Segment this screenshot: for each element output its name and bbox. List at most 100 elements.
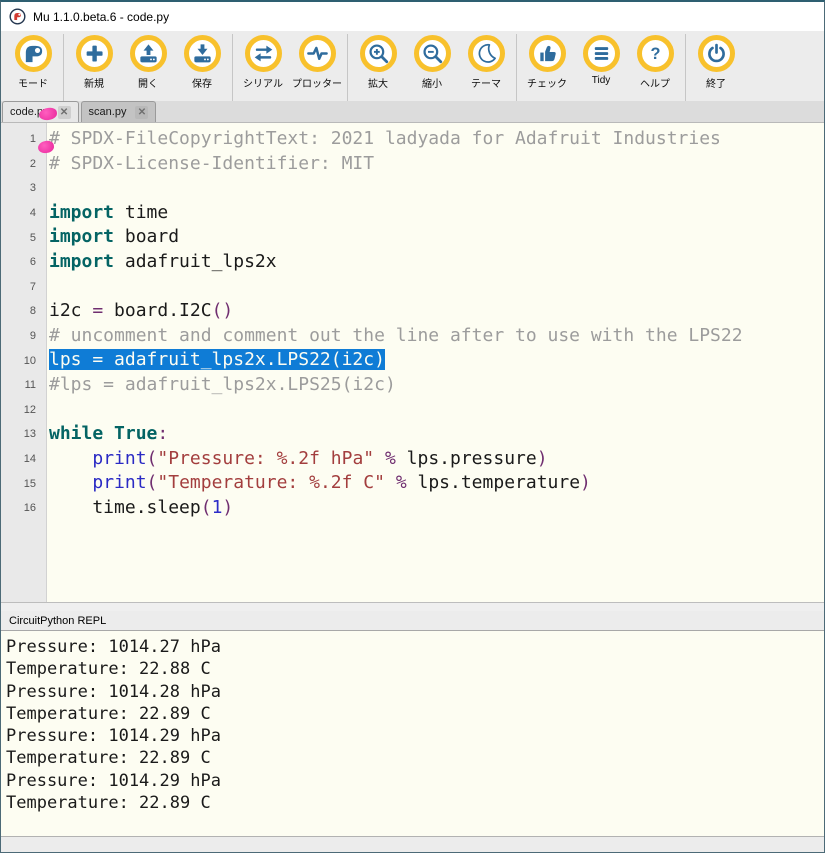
repl-line: Temperature: 22.89 C [6, 747, 824, 769]
toolbar-button-zoom-out[interactable]: 縮小 [405, 34, 459, 90]
toolbar-button-label: 開く [138, 75, 158, 90]
line-number: 9 [1, 330, 46, 342]
close-icon[interactable]: ✕ [135, 106, 148, 119]
toolbar-button-quit[interactable]: 終了 [689, 34, 743, 90]
line-number: 16 [1, 502, 46, 514]
toolbar-group: 終了 [686, 34, 746, 101]
line-number: 6 [1, 256, 46, 268]
repl-line: Pressure: 1014.29 hPa [6, 770, 824, 792]
toolbar-button-new[interactable]: 新規 [67, 34, 121, 90]
code-line: 7 [1, 275, 824, 300]
code-text: lps = adafruit_lps2x.LPS22(i2c) [46, 348, 385, 373]
crescent-moon-icon [468, 35, 505, 72]
plus-icon [76, 35, 113, 72]
status-bar [1, 836, 824, 852]
code-line: 8i2c = board.I2C() [1, 299, 824, 324]
toolbar-group: モード [3, 34, 64, 101]
repl-line: Pressure: 1014.29 hPa [6, 725, 824, 747]
toolbar-button-label: Tidy [592, 75, 611, 86]
toolbar-button-zoom-in[interactable]: 拡大 [351, 34, 405, 90]
toolbar-button-theme[interactable]: テーマ [459, 34, 513, 90]
toolbar-group: 拡大縮小 テーマ [348, 34, 517, 101]
toolbar-button-plotter[interactable]: プロッター [290, 34, 344, 90]
code-line: 9# uncomment and comment out the line af… [1, 324, 824, 349]
code-line: 15 print("Temperature: %.2f C" % lps.tem… [1, 471, 824, 496]
code-line: 6import adafruit_lps2x [1, 250, 824, 275]
code-line: 2# SPDX-License-Identifier: MIT [1, 152, 824, 177]
toolbar-group: 新規 開く 保存 [64, 34, 233, 101]
toolbar-button-label: プロッター [292, 75, 342, 90]
toolbar-button-label: テーマ [471, 75, 501, 90]
code-text: print("Pressure: %.2f hPa" % lps.pressur… [46, 447, 548, 472]
splitter[interactable] [1, 602, 824, 611]
magnifier-plus-icon [360, 35, 397, 72]
line-number: 7 [1, 281, 46, 293]
code-line: 3 [1, 176, 824, 201]
line-number: 8 [1, 305, 46, 317]
magnifier-minus-icon [414, 35, 451, 72]
line-number: 10 [1, 355, 46, 367]
toolbar-button-label: 新規 [84, 75, 104, 90]
toolbar-group: チェック Tidy? ヘルプ [517, 34, 686, 101]
three-bars-icon [583, 35, 620, 72]
toolbar-button-mode[interactable]: モード [6, 34, 60, 90]
code-text: import board [46, 225, 179, 250]
toolbar-button-label: 終了 [706, 75, 726, 90]
toolbar-button-serial[interactable]: シリアル [236, 34, 290, 90]
code-line: 14 print("Pressure: %.2f hPa" % lps.pres… [1, 447, 824, 472]
toolbar-button-save[interactable]: 保存 [175, 34, 229, 90]
code-editor[interactable]: 1# SPDX-FileCopyrightText: 2021 ladyada … [1, 123, 824, 602]
code-line: 4import time [1, 201, 824, 226]
toolbar-group: シリアルプロッター [233, 34, 348, 101]
mu-editor-window: Mu 1.1.0.beta.6 - code.py モード 新規 開く 保存シリアルプ… [0, 0, 825, 853]
toolbar-button-check[interactable]: チェック [520, 34, 574, 90]
repl-output[interactable]: Pressure: 1014.27 hPaTemperature: 22.88 … [1, 631, 824, 836]
toolbar-button-help[interactable]: ? ヘルプ [628, 34, 682, 90]
power-icon [698, 35, 735, 72]
line-number: 15 [1, 478, 46, 490]
repl-header-bar: CircuitPython REPL [1, 611, 824, 631]
repl-line: Temperature: 22.88 C [6, 658, 824, 680]
toolbar-button-open[interactable]: 開く [121, 34, 175, 90]
code-text: print("Temperature: %.2f C" % lps.temper… [46, 471, 591, 496]
download-tray-icon [184, 35, 221, 72]
line-number: 4 [1, 207, 46, 219]
window-title: Mu 1.1.0.beta.6 - code.py [33, 10, 169, 24]
mu-logo-icon [9, 8, 26, 25]
repl-line: Temperature: 22.89 C [6, 792, 824, 814]
repl-header-label: CircuitPython REPL [9, 615, 106, 627]
line-number: 5 [1, 232, 46, 244]
close-icon[interactable]: ✕ [58, 106, 71, 119]
repl-line: Pressure: 1014.27 hPa [6, 636, 824, 658]
code-text: time.sleep(1) [46, 496, 233, 521]
code-line: 12 [1, 398, 824, 423]
pulse-wave-icon [299, 35, 336, 72]
toolbar: モード 新規 開く 保存シリアルプロッター拡大縮小 テーマ チェック Tidy? ヘルプ 終了 [1, 31, 824, 101]
thumbs-up-icon [529, 35, 566, 72]
tab-label: scan.py [89, 106, 127, 118]
toolbar-button-label: シリアル [243, 75, 283, 90]
toolbar-button-label: モード [18, 75, 48, 90]
mu-mode-icon [15, 35, 52, 72]
toolbar-button-label: チェック [527, 75, 567, 90]
repl-line: Pressure: 1014.28 hPa [6, 681, 824, 703]
code-text: #lps = adafruit_lps2x.LPS25(i2c) [46, 373, 396, 398]
code-line: 13while True: [1, 422, 824, 447]
svg-text:?: ? [650, 45, 660, 63]
code-line: 11#lps = adafruit_lps2x.LPS25(i2c) [1, 373, 824, 398]
code-text: # SPDX-License-Identifier: MIT [46, 152, 374, 177]
swap-arrows-icon [245, 35, 282, 72]
code-line: 10lps = adafruit_lps2x.LPS22(i2c) [1, 348, 824, 373]
line-number: 12 [1, 404, 46, 416]
toolbar-button-label: ヘルプ [640, 75, 670, 90]
toolbar-button-label: 縮小 [422, 75, 442, 90]
code-lines: 1# SPDX-FileCopyrightText: 2021 ladyada … [1, 123, 824, 521]
code-text: import adafruit_lps2x [46, 250, 277, 275]
tab-scan.py[interactable]: scan.py ✕ [81, 101, 157, 122]
toolbar-button-tidy[interactable]: Tidy [574, 34, 628, 86]
line-number: 2 [1, 158, 46, 170]
question-mark-icon: ? [637, 35, 674, 72]
line-number: 11 [1, 379, 46, 391]
code-line: 5import board [1, 225, 824, 250]
code-line: 1# SPDX-FileCopyrightText: 2021 ladyada … [1, 127, 824, 152]
